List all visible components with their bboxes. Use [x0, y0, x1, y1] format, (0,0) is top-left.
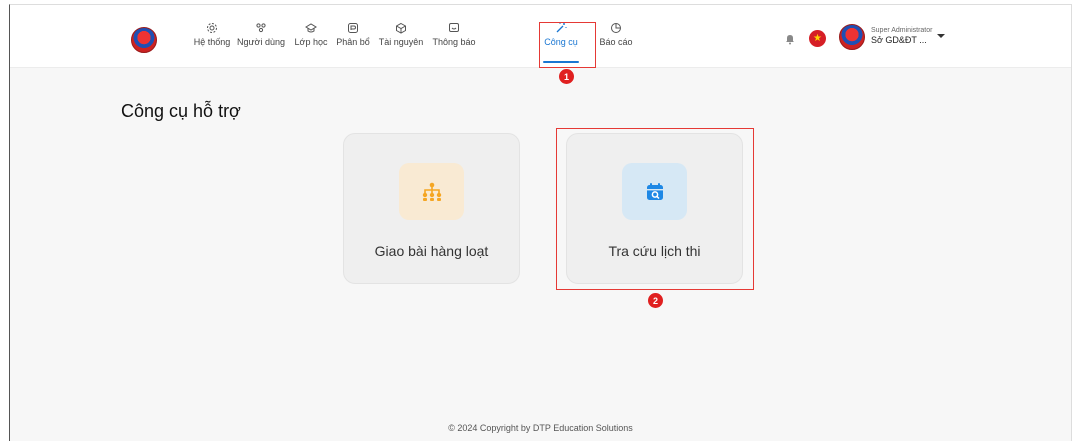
pie-chart-icon — [611, 23, 621, 33]
user-name: Sở GD&ĐT ... — [871, 35, 927, 45]
step-marker-2: 2 — [648, 293, 663, 308]
logo[interactable] — [131, 27, 157, 53]
nav-item-lop-hoc[interactable]: Lớp học — [292, 22, 330, 66]
vietnam-flag-icon[interactable]: ★ — [809, 30, 826, 47]
nav-label: Hệ thống — [193, 37, 231, 47]
gear-icon — [207, 23, 217, 33]
nav-label: Báo cáo — [599, 37, 633, 47]
nav-item-he-thong[interactable]: Hệ thống — [190, 22, 234, 66]
card-label: Giao bài hàng loạt — [374, 243, 489, 259]
highlight-box-tra-cuu-lich-thi — [556, 128, 754, 290]
app-window: Hệ thống Người dùng Lớp học Phân bổ Tài … — [9, 4, 1072, 441]
step-marker-1: 1 — [559, 69, 574, 84]
highlight-box-cong-cu — [539, 22, 596, 68]
message-icon — [449, 23, 459, 32]
nav-label: Thông báo — [432, 37, 476, 47]
avatar[interactable] — [839, 24, 865, 50]
nav-label: Người dùng — [237, 37, 285, 47]
nav-label: Phân bổ — [336, 37, 370, 47]
bell-icon[interactable] — [785, 33, 795, 45]
nav-label: Lớp học — [294, 37, 328, 47]
nav-item-bao-cao[interactable]: Báo cáo — [598, 22, 634, 66]
cube-icon — [396, 22, 406, 34]
footer-copyright: © 2024 Copyright by DTP Education Soluti… — [448, 423, 633, 433]
user-role: Super Administrator — [871, 27, 933, 34]
nav-item-tai-nguyen[interactable]: Tài nguyên — [378, 22, 424, 66]
chevron-down-icon[interactable] — [936, 32, 946, 40]
graduation-cap-icon — [305, 23, 317, 33]
card-icon-box — [399, 163, 464, 220]
users-icon — [256, 23, 266, 33]
card-giao-bai-hang-loat[interactable]: Giao bài hàng loạt — [343, 133, 520, 284]
nav-item-phan-bo[interactable]: Phân bổ — [334, 22, 372, 66]
hierarchy-icon — [422, 182, 441, 201]
nav-item-thong-bao[interactable]: Thông báo — [430, 22, 478, 66]
user-info[interactable]: Super Administrator Sở GD&ĐT ... — [871, 26, 932, 46]
distribute-icon — [348, 23, 358, 33]
page-title: Công cụ hỗ trợ — [121, 101, 241, 121]
nav-item-nguoi-dung[interactable]: Người dùng — [236, 22, 286, 66]
nav-label: Tài nguyên — [378, 37, 424, 47]
